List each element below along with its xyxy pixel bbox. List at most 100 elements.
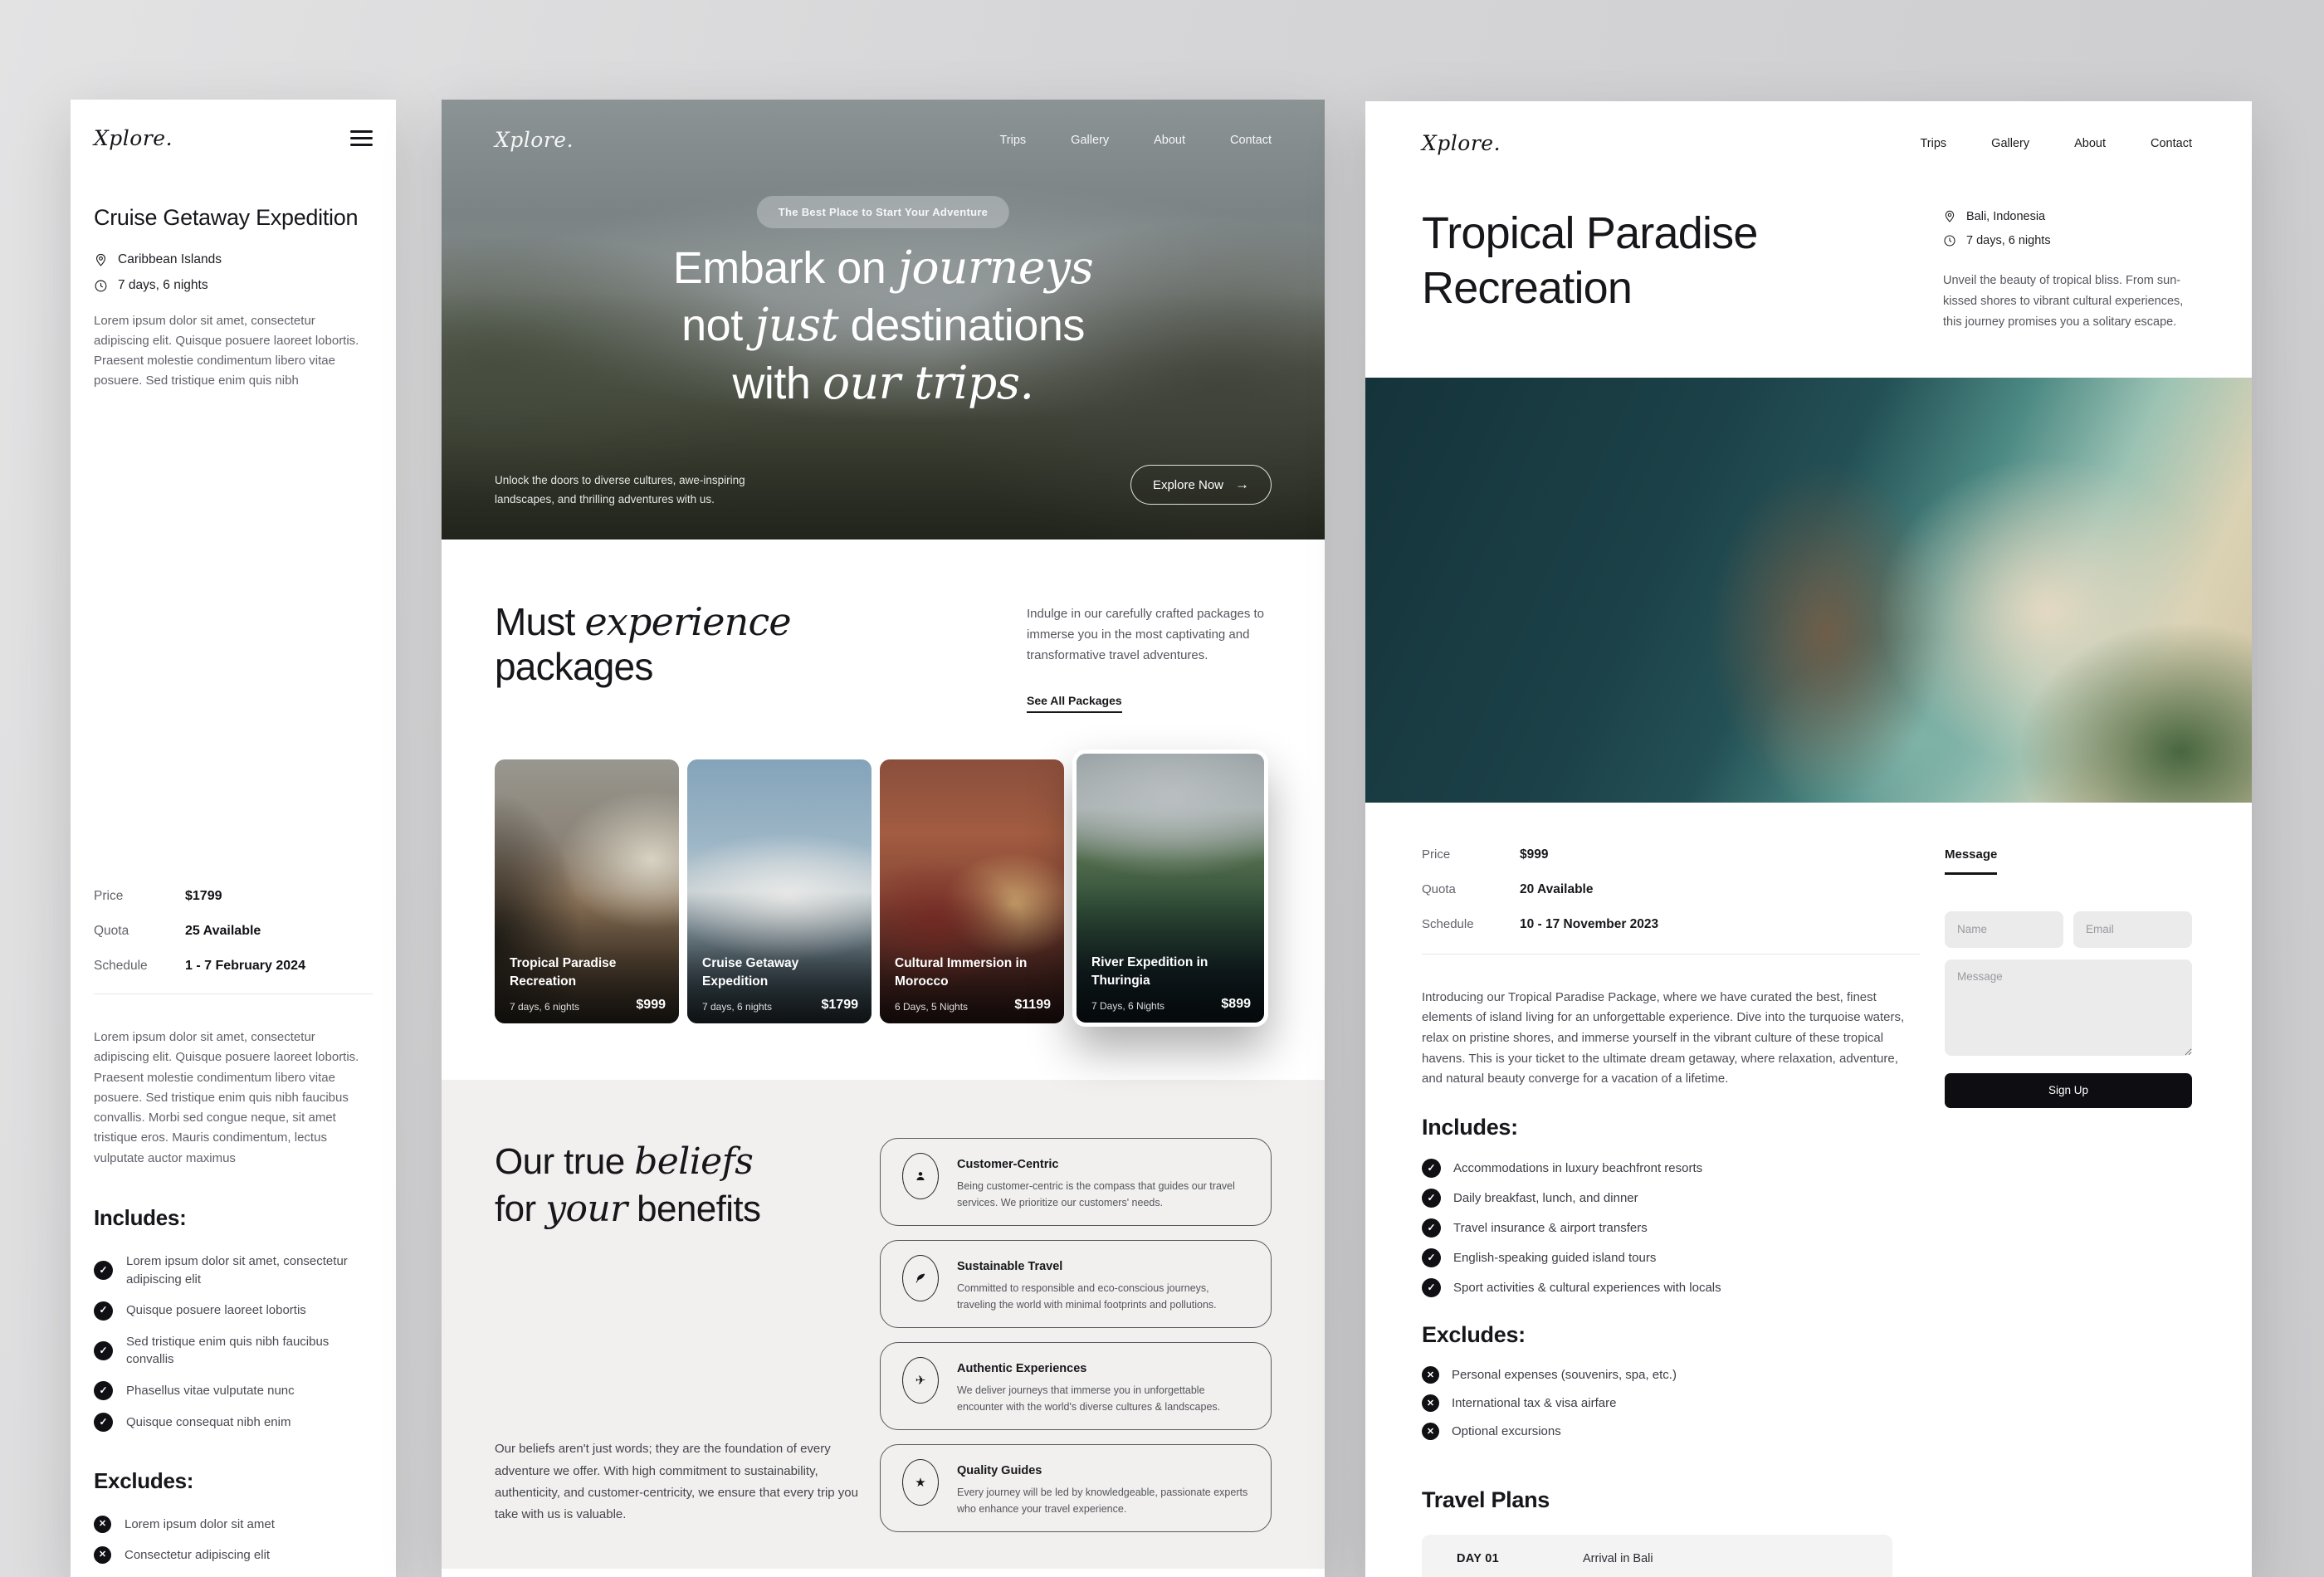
include-text: English-speaking guided island tours — [1453, 1250, 1657, 1265]
travel-plan-day-1[interactable]: DAY 01 Arrival in Bali — [1422, 1534, 1892, 1577]
list-item: Phasellus vitae vulputate nunc — [94, 1381, 373, 1401]
message-form: Message Sign Up — [1945, 847, 2192, 1451]
list-item: Personal expenses (souvenirs, spa, etc.) — [1422, 1365, 1920, 1384]
x-icon — [94, 1516, 111, 1534]
nav-about[interactable]: About — [1154, 134, 1185, 147]
nav-contact[interactable]: Contact — [1230, 134, 1272, 147]
package-card-cruise[interactable]: Cruise Getaway Expedition 7 days, 6 nigh… — [687, 759, 872, 1024]
page-title: Tropical Paradise Recreation — [1422, 208, 1758, 313]
package-card-tropical[interactable]: Tropical Paradise Recreation 7 days, 6 n… — [495, 759, 679, 1024]
exclude-text: Personal expenses (souvenirs, spa, etc.) — [1452, 1367, 1677, 1382]
card-duration: 6 Days, 5 Nights — [895, 1001, 969, 1013]
nav-gallery[interactable]: Gallery — [1071, 134, 1109, 147]
day-name: Arrival in Bali — [1583, 1551, 1653, 1565]
nav-gallery[interactable]: Gallery — [1991, 137, 2029, 150]
email-input[interactable] — [2073, 911, 2192, 948]
location-pin-icon — [94, 253, 108, 267]
price-label: Price — [1422, 847, 1451, 862]
check-icon — [1422, 1277, 1441, 1297]
price-value: $1799 — [185, 889, 222, 903]
belief-desc: We deliver journeys that immerse you in … — [957, 1384, 1221, 1413]
excludes-list: Lorem ipsum dolor sit amet Consectetur a… — [94, 1516, 373, 1577]
include-text: Phasellus vitae vulputate nunc — [126, 1383, 295, 1398]
include-text: Accommodations in luxury beachfront reso… — [1453, 1160, 1703, 1175]
include-text: Travel insurance & airport transfers — [1453, 1220, 1648, 1235]
travel-plans-section: Travel Plans DAY 01 Arrival in Bali DAY … — [1365, 1451, 2252, 1577]
check-icon — [94, 1301, 113, 1321]
include-text: Sed tristique enim quis nibh faucibus co… — [126, 1334, 330, 1367]
logo[interactable]: Xplore. — [1422, 131, 1501, 155]
belief-desc: Every journey will be led by knowledgeab… — [957, 1487, 1248, 1516]
travel-plans-title: Travel Plans — [1422, 1487, 1550, 1512]
nav-links: Trips Gallery About Contact — [999, 134, 1272, 147]
x-icon — [94, 1546, 111, 1565]
belief-desc: Committed to responsible and eco-conscio… — [957, 1282, 1217, 1311]
x-icon — [1422, 1394, 1439, 1412]
quota-value: 25 Available — [185, 924, 261, 938]
card-price: $899 — [1221, 997, 1251, 1012]
card-price: $1799 — [821, 998, 859, 1013]
beliefs-cards: Customer-Centric Being customer-centric … — [880, 1138, 1272, 1533]
nav-trips[interactable]: Trips — [999, 134, 1026, 147]
card-price: $999 — [636, 998, 666, 1013]
location-pin-icon — [1943, 210, 1956, 223]
logo[interactable]: Xplore. — [495, 128, 574, 152]
package-card-morocco[interactable]: Cultural Immersion in Morocco 6 Days, 5 … — [880, 759, 1064, 1024]
list-item: Accommodations in luxury beachfront reso… — [1422, 1158, 1920, 1178]
list-item: Optional excursions — [1422, 1422, 1920, 1440]
message-input[interactable] — [1945, 959, 2192, 1056]
trip-description: Lorem ipsum dolor sit amet, consectetur … — [94, 1030, 359, 1165]
list-item: Consectetur adipiscing elit — [94, 1546, 373, 1565]
exclude-text: Lorem ipsum dolor sit amet — [124, 1517, 275, 1532]
page-title: Cruise Getaway Expedition — [94, 205, 359, 230]
hero-caption: Unlock the doors to diverse cultures, aw… — [495, 474, 745, 506]
beliefs-title: Our true beliefs for your benefits — [495, 1140, 761, 1231]
explore-now-button[interactable]: Explore Now — [1130, 465, 1272, 505]
name-input[interactable] — [1945, 911, 2063, 948]
card-title: River Expedition in Thuringia — [1091, 954, 1208, 988]
list-item: Lorem ipsum dolor sit amet, consectetur … — [94, 1252, 373, 1289]
schedule-value: 10 - 17 November 2023 — [1520, 916, 1659, 931]
mobile-header: Xplore. — [71, 100, 396, 150]
list-item: Lorem ipsum dolor sit amet — [94, 1516, 373, 1534]
list-item: Daily breakfast, lunch, and dinner — [1422, 1188, 1920, 1208]
price-value: $999 — [1520, 847, 1549, 862]
x-icon — [1422, 1422, 1439, 1440]
person-icon — [902, 1153, 939, 1200]
landing-panel: Xplore. Trips Gallery About Contact The … — [442, 100, 1325, 1577]
price-block: Price $1799 Quota 25 Available Schedule 1 -… — [71, 856, 396, 974]
card-title: Cultural Immersion in Morocco — [895, 955, 1028, 989]
plane-icon — [902, 1357, 939, 1404]
logo[interactable]: Xplore. — [94, 126, 173, 150]
leaf-icon — [902, 1255, 939, 1302]
nav-contact[interactable]: Contact — [2151, 137, 2192, 150]
include-text: Daily breakfast, lunch, and dinner — [1453, 1190, 1638, 1205]
check-icon — [1422, 1158, 1441, 1178]
includes-title: Includes: — [94, 1205, 187, 1231]
day-label: DAY 01 — [1457, 1551, 1499, 1565]
nav-about[interactable]: About — [2074, 137, 2106, 150]
check-icon — [1422, 1188, 1441, 1208]
trip-location: Bali, Indonesia — [1966, 210, 2046, 223]
check-icon — [94, 1340, 113, 1360]
hamburger-menu-icon[interactable] — [350, 130, 373, 146]
message-tab[interactable]: Message — [1945, 847, 1998, 875]
list-item: English-speaking guided island tours — [1422, 1247, 1920, 1267]
mobile-detail-panel: Xplore. Cruise Getaway Expedition Caribb… — [71, 100, 396, 1577]
belief-desc: Being customer-centric is the compass th… — [957, 1180, 1235, 1209]
quota-label: Quota — [1422, 881, 1456, 896]
card-price: $1199 — [1014, 998, 1051, 1013]
package-card-river[interactable]: River Expedition in Thuringia 7 Days, 6 … — [1072, 749, 1268, 1028]
list-item: Quisque consequat nibh enim — [94, 1413, 373, 1433]
see-all-packages-link[interactable]: See All Packages — [1027, 694, 1122, 714]
card-title: Cruise Getaway Expedition — [702, 955, 799, 989]
sign-up-button[interactable]: Sign Up — [1945, 1072, 2192, 1108]
belief-title: Quality Guides — [957, 1464, 1042, 1478]
beliefs-paragraph: Our beliefs aren't just words; they are … — [495, 1442, 858, 1521]
nav-trips[interactable]: Trips — [1920, 137, 1946, 150]
belief-card-authentic: Authentic Experiences We deliver journey… — [880, 1342, 1272, 1431]
exclude-text: Optional excursions — [1452, 1423, 1561, 1438]
quota-label: Quota — [94, 924, 129, 938]
include-text: Quisque posuere laoreet lobortis — [126, 1303, 306, 1318]
clock-icon — [1943, 234, 1956, 247]
